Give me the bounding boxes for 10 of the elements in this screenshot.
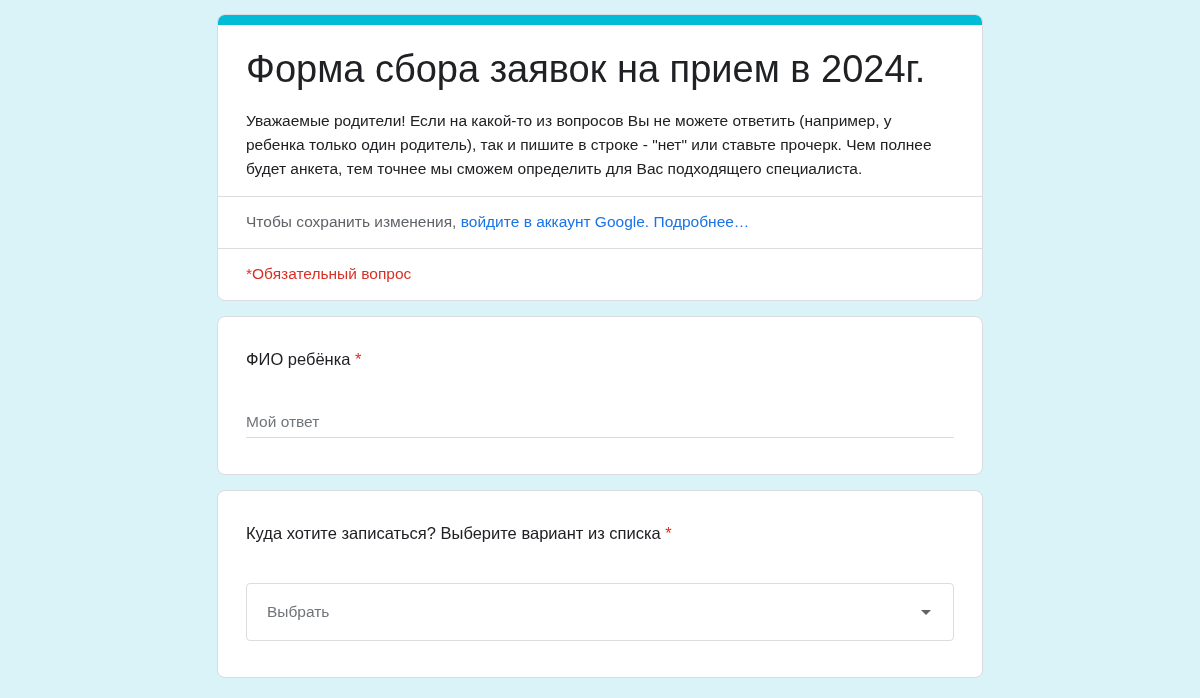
question-label: Куда хотите записаться? Выберите вариант из списка * xyxy=(246,523,673,544)
link[interactable]: войдите в аккаунт Google. xyxy=(460,213,650,230)
form-title: Форма сбора заявок на прием в 2024г. xyxy=(246,47,927,92)
required-note: *Обязательный вопрос xyxy=(246,265,412,282)
link[interactable]: Подробнее… xyxy=(653,213,750,230)
form-description: Уважаемые родители! Если на какой-то из вопросов Вы не можете ответить (например, у ребенка только один родитель), так и пишите в строке - "нет" или ставьте прочерк. Чем полнее будет анкета, тем точнее мы сможем определить для Вас подходящего специалиста. xyxy=(246,111,933,179)
question-label: ФИО ребёнка * xyxy=(246,349,363,370)
caret-icon xyxy=(921,609,931,615)
select-dropdown[interactable]: Выбрать xyxy=(246,583,954,641)
save-notice: Чтобы сохранить изменения, войдите в аккаунт Google. Подробнее… xyxy=(246,212,751,232)
